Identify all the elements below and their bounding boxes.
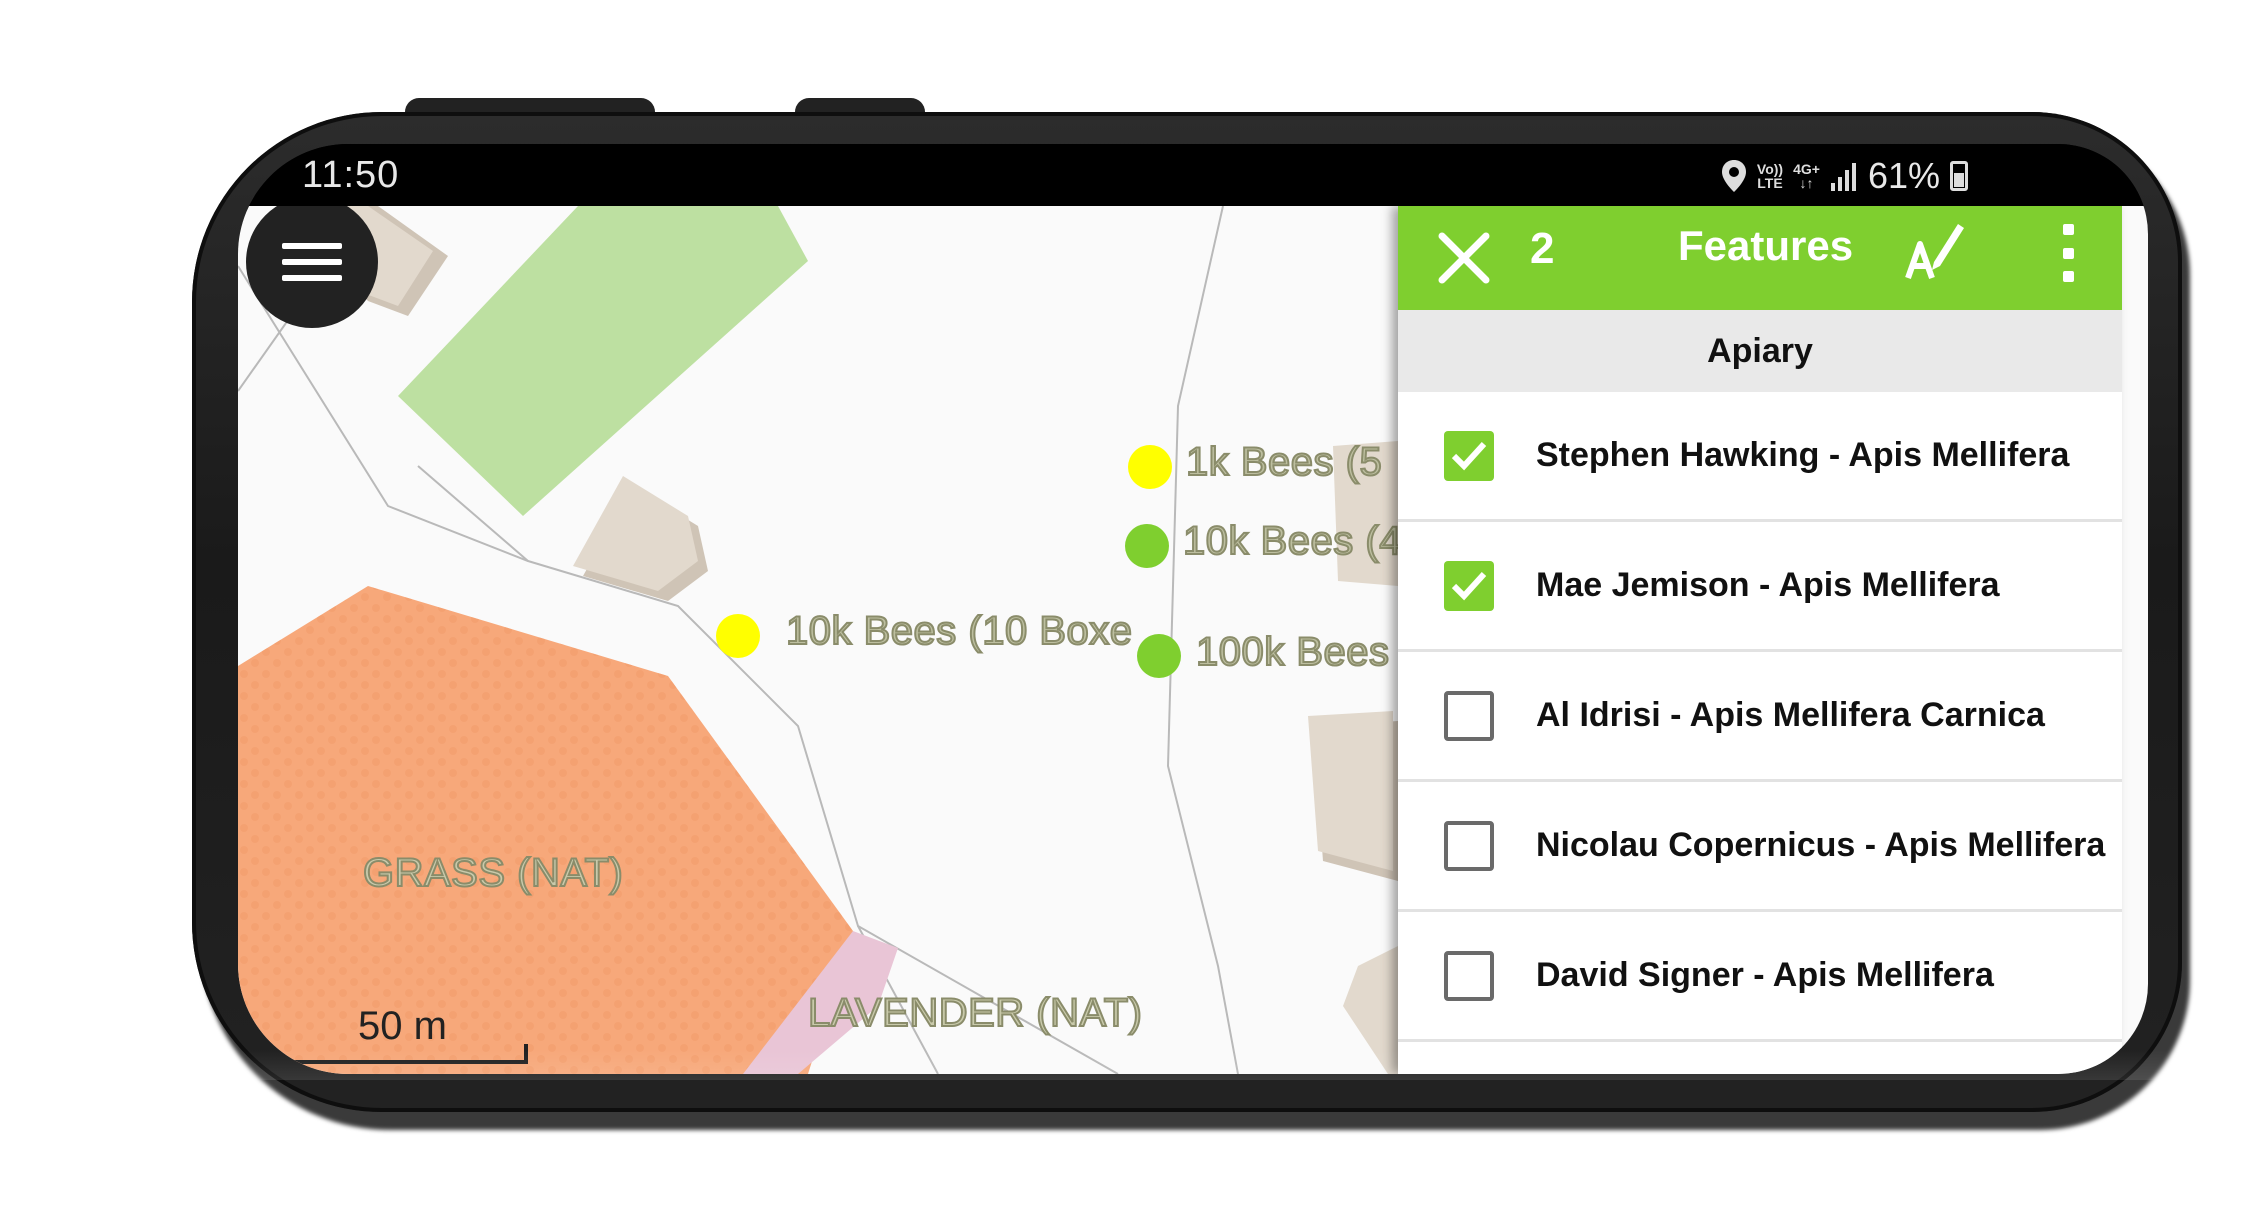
check-icon bbox=[1451, 441, 1487, 470]
checkbox-checked[interactable] bbox=[1444, 430, 1494, 481]
feature-label: David Signer - Apis Mellifera bbox=[1536, 956, 1994, 994]
check-icon bbox=[1451, 571, 1487, 600]
bee-point-marker[interactable] bbox=[1122, 521, 1172, 571]
layer-section-header: Apiary bbox=[1398, 310, 2122, 392]
feature-row[interactable]: David Signer - Apis Mellifera bbox=[1398, 912, 2122, 1042]
feature-label: Stephen Hawking - Apis Mellifera bbox=[1536, 436, 2070, 474]
feature-label: Mae Jemison - Apis Mellifera bbox=[1536, 566, 2000, 604]
map-label-bees: 1k Bees (5 bbox=[1185, 439, 1383, 485]
feature-label: Al Idrisi - Apis Mellifera Carnica bbox=[1536, 696, 2045, 734]
bee-point-marker[interactable] bbox=[713, 611, 763, 661]
signal-icon bbox=[1830, 163, 1856, 191]
location-icon bbox=[1721, 160, 1746, 192]
edit-attributes-icon[interactable] bbox=[1898, 216, 1968, 286]
bee-point-marker[interactable] bbox=[1134, 631, 1184, 681]
phone-screen: 11:50 Vo)) LTE 4G+ ↓↑ 61% 1k Bees (5 10k… bbox=[238, 144, 2148, 1074]
battery-icon bbox=[1950, 161, 1968, 191]
feature-row[interactable]: Stephen Hawking - Apis Mellifera bbox=[1398, 392, 2122, 522]
checkbox-unchecked[interactable] bbox=[1444, 820, 1494, 871]
status-time: 11:50 bbox=[302, 154, 400, 196]
features-header: 2 Features bbox=[1398, 206, 2122, 310]
feature-label: Nicolau Copernicus - Apis Mellifera bbox=[1536, 826, 2106, 864]
menu-icon-line bbox=[282, 259, 342, 265]
app-screen: 1k Bees (5 10k Bees (4 10k Bees (10 Boxe… bbox=[238, 206, 2148, 1074]
volte-bottom-text: LTE bbox=[1757, 175, 1783, 191]
network-indicator: 4G+ ↓↑ bbox=[1793, 162, 1820, 190]
features-panel: 2 Features Apiary Stephen Hawking - Apis bbox=[1398, 206, 2122, 1074]
close-icon[interactable] bbox=[1434, 228, 1494, 288]
panel-title: Features bbox=[1678, 222, 1854, 269]
volte-indicator: Vo)) LTE bbox=[1757, 162, 1783, 190]
map-label-lavender: LAVENDER (NAT) bbox=[807, 990, 1143, 1036]
map-label-grass: GRASS (NAT) bbox=[362, 850, 624, 896]
network-arrows-text: ↓↑ bbox=[1799, 175, 1814, 191]
map-green-area bbox=[398, 206, 808, 516]
scale-bar-label: 50 m bbox=[358, 1004, 447, 1048]
menu-icon-line bbox=[282, 275, 342, 281]
checkbox-checked[interactable] bbox=[1444, 560, 1494, 611]
volte-top-text: Vo)) bbox=[1756, 161, 1784, 177]
menu-icon-line bbox=[282, 243, 342, 249]
status-bar: 11:50 Vo)) LTE 4G+ ↓↑ 61% bbox=[238, 144, 2148, 206]
battery-percent: 61% bbox=[1867, 155, 1940, 196]
checkbox-unchecked[interactable] bbox=[1444, 950, 1494, 1001]
feature-row[interactable]: Al Idrisi - Apis Mellifera Carnica bbox=[1398, 652, 2122, 782]
map-label-bees: 100k Bees bbox=[1195, 629, 1390, 675]
network-type-text: 4G+ bbox=[1793, 161, 1820, 177]
status-icons: Vo)) LTE 4G+ ↓↑ 61% bbox=[1721, 155, 1968, 196]
feature-row[interactable]: Mae Jemison - Apis Mellifera bbox=[1398, 522, 2122, 652]
selected-count: 2 bbox=[1530, 224, 1555, 273]
more-options-icon[interactable] bbox=[2053, 218, 2083, 288]
phone-frame-reflection bbox=[192, 1050, 2182, 1080]
checkbox-unchecked[interactable] bbox=[1444, 690, 1494, 741]
map-label-bees: 10k Bees (4 bbox=[1182, 518, 1402, 564]
feature-row[interactable]: Nicolau Copernicus - Apis Mellifera bbox=[1398, 782, 2122, 912]
bee-point-marker[interactable] bbox=[1125, 442, 1175, 492]
map-view[interactable]: 1k Bees (5 10k Bees (4 10k Bees (10 Boxe… bbox=[238, 206, 1402, 1074]
map-label-bees: 10k Bees (10 Boxe bbox=[785, 608, 1133, 654]
